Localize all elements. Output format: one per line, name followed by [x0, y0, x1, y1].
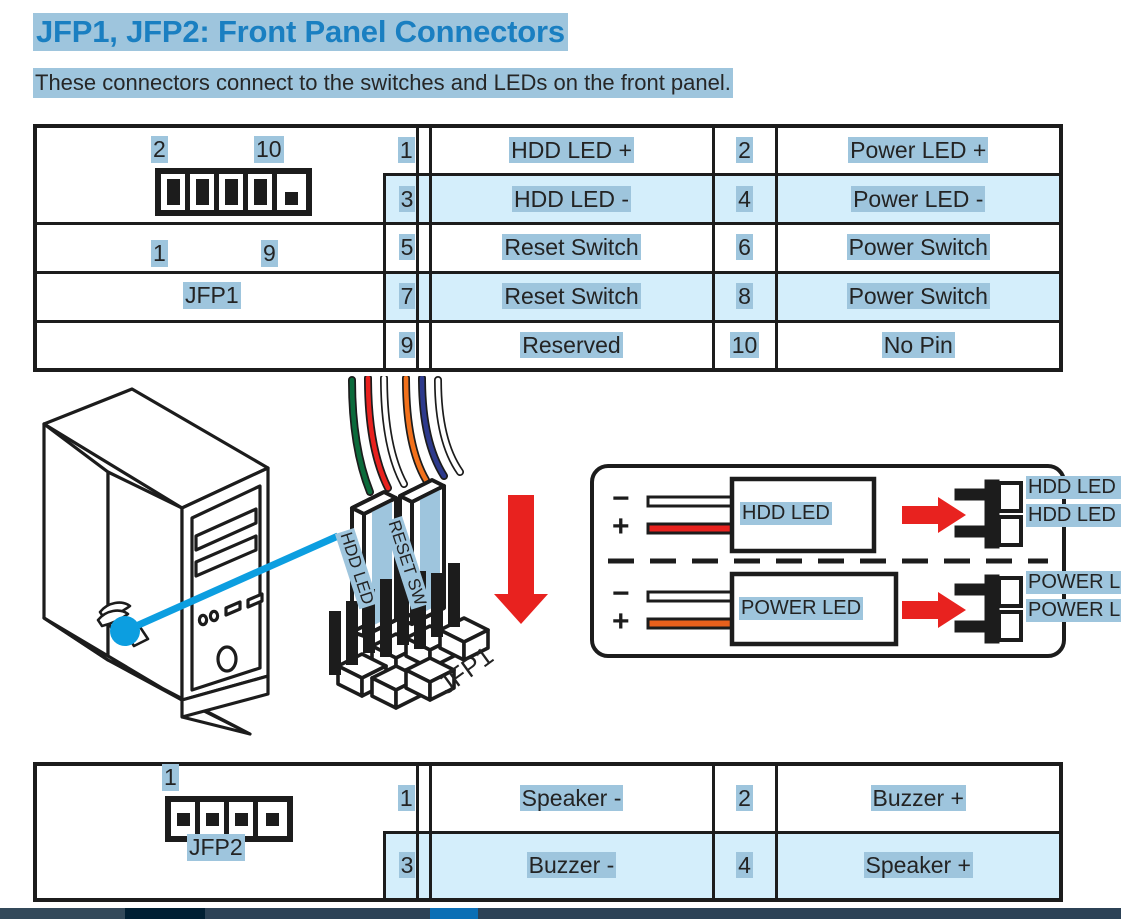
pin-signal: Buzzer +	[776, 766, 1059, 834]
power-connector-label-plus: POWER LED +	[1026, 599, 1121, 622]
jfp2-connector-label: JFP2	[187, 834, 245, 861]
jfp2-marker-pin1: 1	[162, 764, 179, 791]
footer-segment	[430, 908, 478, 919]
table-row: 1 JFP2 1 Speaker - 2 Buzzer +	[37, 764, 1059, 898]
pin-signal: Power Switch	[776, 223, 1059, 274]
hdd-connector-label-minus: HDD LED -	[1026, 476, 1121, 499]
jfp1-connector-diagram-cell: 2 10 1 9 JFP1	[37, 128, 419, 368]
jfp2-pin-column	[229, 802, 258, 836]
footer-strip	[0, 908, 1121, 919]
pin-signal: Power Switch	[776, 272, 1059, 323]
pin-dot	[224, 192, 238, 205]
hdd-led-device-label: HDD LED	[740, 502, 832, 525]
jfp2-connector-graphic: 1 JFP2	[162, 764, 293, 861]
pin-signal: Power LED -	[776, 174, 1059, 225]
pin-dot	[253, 192, 267, 205]
pin-signal: No Pin	[881, 331, 955, 358]
jfp1-pin-column	[219, 174, 248, 210]
footer-segment	[125, 908, 205, 919]
jfp2-pin-column	[258, 802, 287, 836]
pin-signal: Speaker -	[430, 766, 715, 834]
pin-dot	[176, 812, 190, 826]
connector-wires-icon	[348, 376, 464, 496]
jfp1-header-box	[155, 168, 312, 216]
pin-dot	[234, 812, 248, 826]
pin-number: 6	[713, 223, 778, 274]
pin-signal: Power LED +	[776, 128, 1059, 177]
pin-signal: Speaker +	[776, 832, 1059, 898]
jfp1-connector-graphic: 2 10 1 9 JFP1	[151, 136, 312, 309]
page-subtitle: These connectors connect to the switches…	[33, 68, 733, 98]
hdd-plus-sign: +	[612, 510, 630, 543]
power-connector-label-minus: POWER LED -	[1026, 571, 1121, 594]
pin-dot-missing	[285, 179, 298, 192]
jfp1-marker-pin1: 1	[151, 240, 168, 267]
jfp1-marker-pin2: 2	[151, 136, 168, 163]
jfp1-pin-table: 2 10 1 9 JFP1 1 HDD LED + 2 Power LED + …	[33, 124, 1063, 372]
pin-signal: HDD LED +	[430, 128, 715, 177]
jfp1-pin-column	[161, 174, 190, 210]
pin-number: 2	[713, 128, 778, 177]
pc-case-icon	[42, 387, 270, 736]
pin-signal: Buzzer -	[430, 832, 715, 898]
pin-number: 10	[713, 321, 778, 368]
jfp1-pin-column	[190, 174, 219, 210]
insertion-arrow-icon	[494, 495, 548, 624]
page-title: JFP1, JFP2: Front Panel Connectors	[33, 13, 568, 51]
jfp2-pin-column	[200, 802, 229, 836]
pin-dot	[195, 192, 209, 205]
pin-signal: Reset Switch	[430, 272, 715, 323]
pin-signal: Reserved	[430, 321, 715, 368]
pin-dot	[166, 192, 180, 205]
pin-dot	[166, 179, 180, 192]
power-led-device-label: POWER LED	[739, 597, 864, 620]
footer-segment	[478, 908, 1121, 919]
jfp1-pin-column	[248, 174, 277, 210]
pin-number: 4	[713, 174, 778, 225]
pin-number: 8	[713, 272, 778, 323]
jfp1-pin-column-no-pin	[277, 174, 306, 210]
hdd-connector-label-plus: HDD LED +	[1026, 504, 1121, 527]
pin-number: 4	[713, 832, 778, 898]
page-root: JFP1, JFP2: Front Panel Connectors These…	[0, 0, 1121, 919]
pin-dot	[266, 812, 279, 826]
jfp2-connector-diagram-cell: 1 JFP2	[37, 764, 419, 898]
pin-number: 2	[713, 766, 778, 834]
pin-dot	[224, 179, 238, 192]
jfp1-connector-label: JFP1	[183, 282, 241, 309]
jfp2-pin-column	[171, 802, 200, 836]
table-row: 2 10 1 9 JFP1 1 HDD LED + 2 Power LED +	[37, 128, 1059, 368]
jfp1-marker-pin10: 10	[254, 136, 284, 163]
pin-signal: Reset Switch	[430, 223, 715, 274]
power-plus-sign: +	[612, 605, 630, 638]
footer-segment	[205, 908, 430, 919]
pin-dot	[253, 179, 267, 192]
installation-illustration: HDD LED RESET SW JFP1 − + HDD LED HDD LE…	[0, 376, 1121, 760]
jfp2-pin-table: 1 JFP2 1 Speaker - 2 Buzzer + 3 Buzzer -…	[33, 762, 1063, 902]
pin-signal: HDD LED -	[430, 174, 715, 225]
pin-dot	[195, 179, 209, 192]
pin-dot	[205, 812, 219, 826]
polarity-reference-box	[590, 464, 1066, 658]
jfp1-marker-pin9: 9	[261, 240, 278, 267]
pin-dot	[285, 192, 298, 205]
footer-segment	[0, 908, 125, 919]
